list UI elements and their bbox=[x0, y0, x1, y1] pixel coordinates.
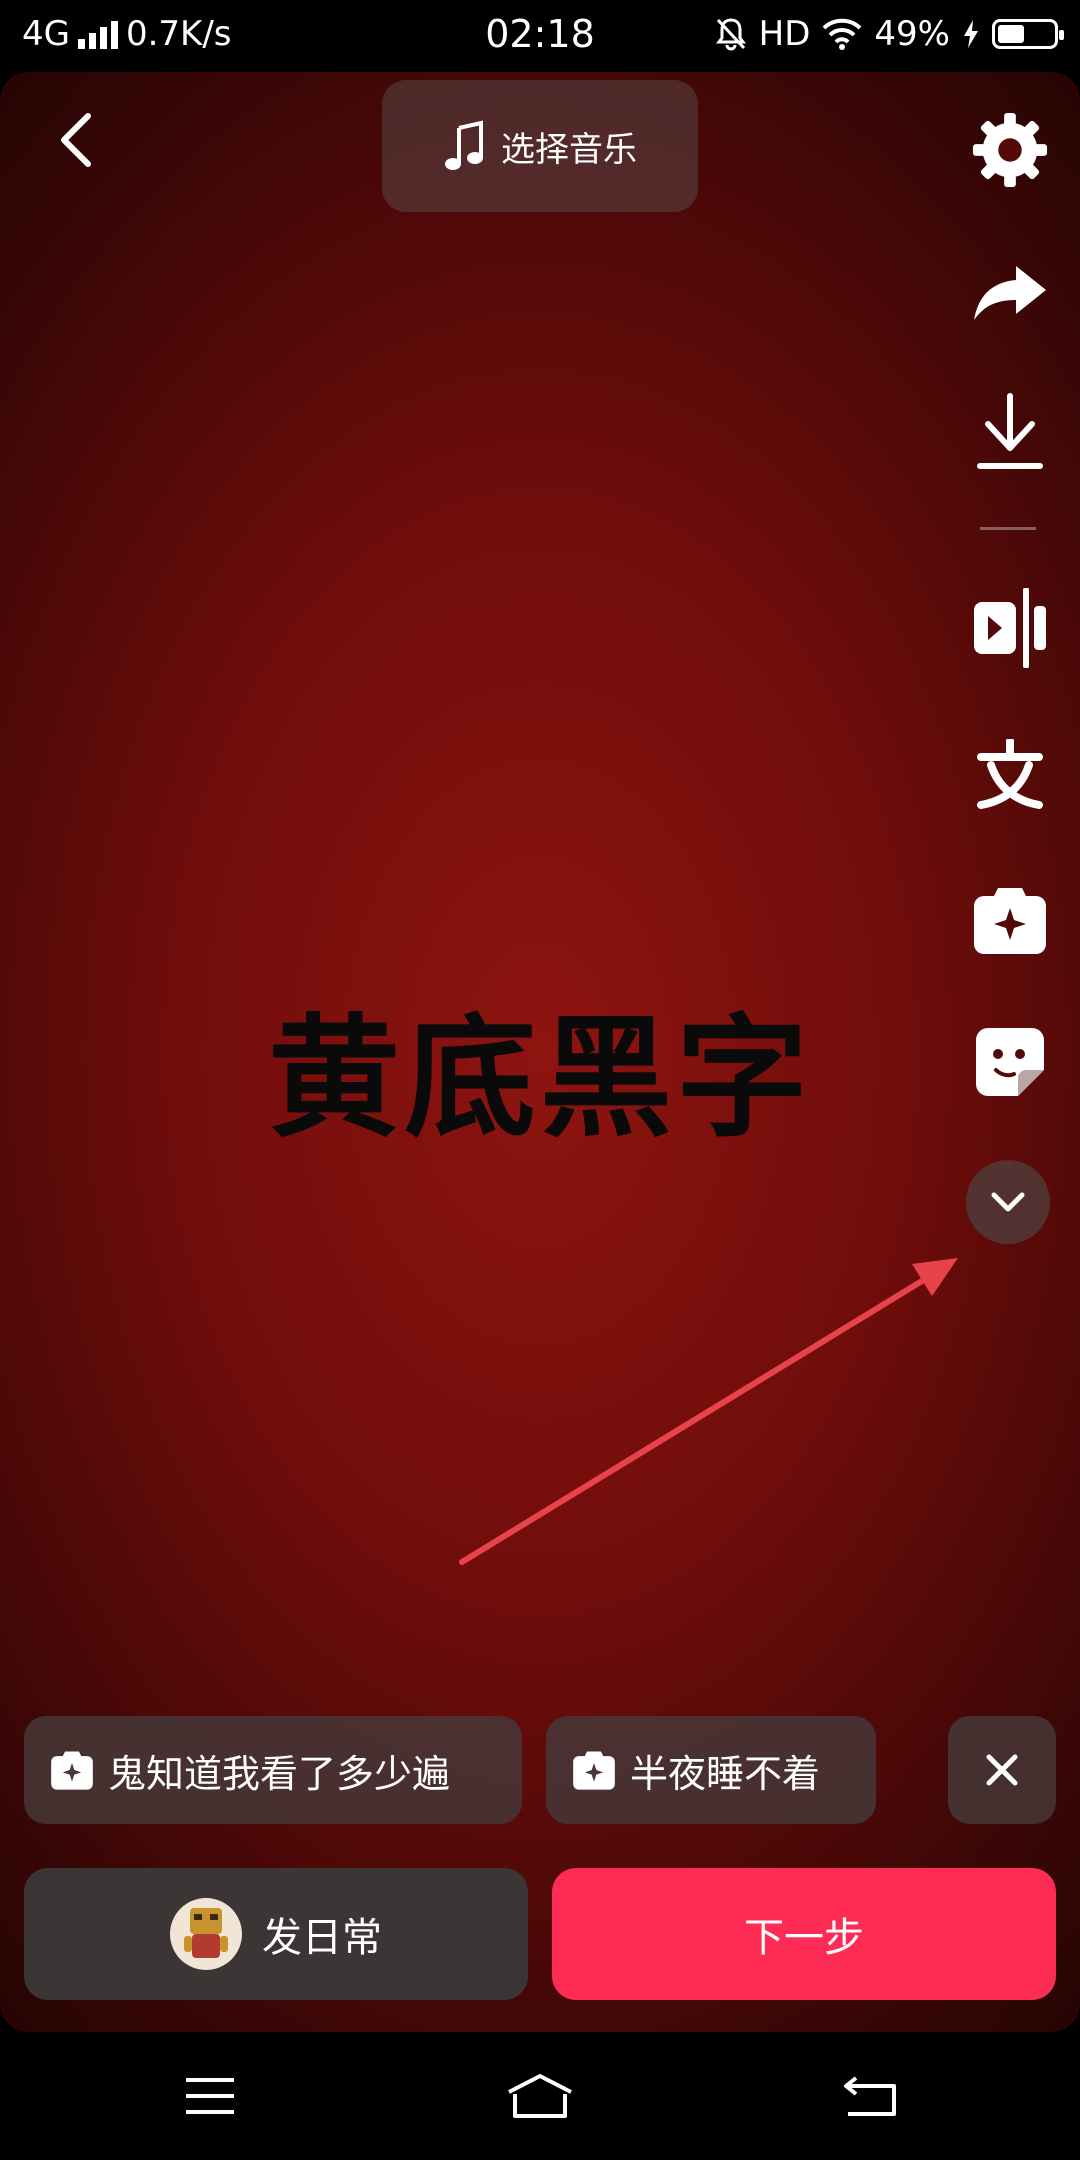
effects-icon bbox=[573, 1751, 615, 1790]
close-suggestions-button[interactable] bbox=[948, 1716, 1056, 1824]
suggestion-label: 鬼知道我看了多少遍 bbox=[108, 1751, 451, 1796]
editor-canvas: 选择音乐 黄底黑字 鬼知道我看了多少遍 半夜睡不着 发日常 下一步 bbox=[0, 72, 1080, 2032]
next-step-button[interactable]: 下一步 bbox=[552, 1868, 1056, 2000]
battery-fill bbox=[998, 25, 1024, 43]
text-icon bbox=[977, 739, 1043, 809]
suggestion-chip[interactable]: 鬼知道我看了多少遍 bbox=[24, 1716, 522, 1824]
share-icon bbox=[974, 266, 1046, 320]
download-button[interactable] bbox=[968, 390, 1052, 474]
music-note-icon bbox=[445, 120, 483, 170]
battery-percent: 49% bbox=[874, 14, 950, 54]
hd-label: HD bbox=[758, 14, 811, 54]
toolbar-divider bbox=[980, 527, 1036, 530]
next-step-label: 下一步 bbox=[744, 1915, 864, 1961]
menu-nav-button[interactable] bbox=[180, 2068, 240, 2124]
effects-icon bbox=[51, 1751, 93, 1790]
status-bar: 4G 0.7K/s 02:18 HD 49% bbox=[0, 0, 1080, 72]
back-nav-button[interactable] bbox=[840, 2068, 900, 2124]
split-button[interactable] bbox=[968, 586, 1052, 670]
right-toolbar bbox=[960, 72, 1080, 1372]
back-arrow-icon bbox=[61, 113, 91, 167]
battery-icon bbox=[992, 19, 1064, 49]
select-music-label: 选择音乐 bbox=[501, 129, 637, 170]
suggestion-label: 半夜睡不着 bbox=[630, 1751, 821, 1796]
select-music-button[interactable]: 选择音乐 bbox=[382, 80, 698, 212]
sticker-button[interactable] bbox=[968, 1020, 1052, 1104]
navigation-bar bbox=[0, 2032, 1080, 2160]
charging-icon bbox=[964, 20, 978, 48]
close-icon bbox=[986, 1754, 1018, 1786]
collapse-toolbar-button[interactable] bbox=[966, 1160, 1050, 1244]
home-icon bbox=[508, 2074, 572, 2118]
share-button[interactable] bbox=[968, 250, 1052, 334]
status-right: HD 49% bbox=[715, 14, 1064, 54]
return-icon bbox=[844, 2076, 896, 2116]
suggestion-chip[interactable]: 半夜睡不着 bbox=[546, 1716, 876, 1824]
mute-bell-icon bbox=[715, 18, 746, 51]
post-daily-label: 发日常 bbox=[262, 1915, 382, 1961]
menu-icon bbox=[186, 2078, 234, 2114]
split-icon bbox=[974, 588, 1046, 668]
avatar bbox=[170, 1898, 242, 1970]
post-daily-button[interactable]: 发日常 bbox=[24, 1868, 528, 2000]
canvas-text[interactable]: 黄底黑字 bbox=[0, 972, 1080, 1163]
suggestion-chips: 鬼知道我看了多少遍 半夜睡不着 bbox=[24, 1716, 1056, 1824]
home-nav-button[interactable] bbox=[505, 2068, 575, 2124]
text-button[interactable] bbox=[968, 732, 1052, 816]
chevron-down-icon bbox=[991, 1192, 1025, 1212]
effects-icon bbox=[974, 888, 1046, 954]
settings-icon bbox=[972, 112, 1048, 188]
download-icon bbox=[977, 393, 1043, 469]
bottom-actions: 发日常 下一步 bbox=[24, 1868, 1056, 2000]
effects-button[interactable] bbox=[968, 878, 1052, 962]
wifi-icon bbox=[823, 18, 862, 50]
settings-button[interactable] bbox=[968, 108, 1052, 192]
back-button[interactable] bbox=[48, 108, 112, 172]
sticker-icon bbox=[976, 1028, 1044, 1096]
